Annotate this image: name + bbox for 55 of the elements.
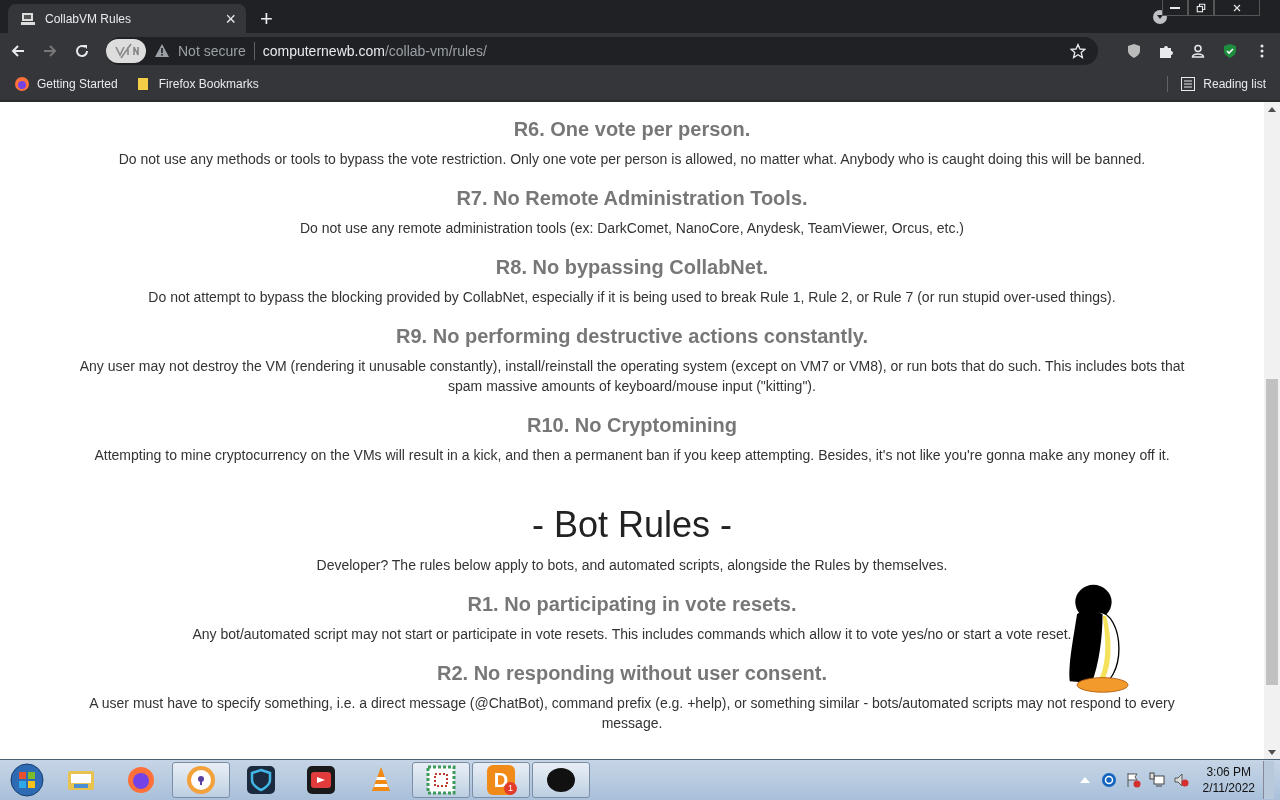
check-shield-icon <box>1222 42 1238 59</box>
list-icon <box>1180 76 1197 92</box>
reading-list-button[interactable]: Reading list <box>1167 76 1266 92</box>
section-intro: Developer? The rules below apply to bots, and automated scripts, alongside the Rules by themselves. <box>315 556 949 575</box>
bookmark[interactable]: Getting Started <box>14 76 118 92</box>
rule-text: Any user may not destroy the VM (rendering it unusable constantly), install/reinstall the operating system (except on VM7 or VM8), or run bots that do such. This includes bots that spam massive amounts of keyboard/mouse input ("kitting"). <box>78 357 1186 396</box>
video-camera-icon <box>305 764 337 796</box>
tab-title: CollabVM Rules <box>45 11 133 26</box>
firefox-icon <box>125 764 157 796</box>
back-icon <box>10 42 26 59</box>
address-bar[interactable]: Not secure computernewb.com/collab-vm/rules/ <box>106 36 1098 65</box>
rule-text: Any bot/automated script may not start or participate in vote resets. This includes commands which allow it to vote yes/no or start a vote reset. <box>191 625 1073 644</box>
section-title: - Bot Rules - <box>530 503 734 547</box>
shield-icon <box>245 764 277 796</box>
new-tab-button[interactable]: + <box>260 8 273 30</box>
rule-heading: R8. No bypassing CollabNet. <box>494 255 770 280</box>
rule-text: Do not use any methods or tools to bypass the vote restriction. Only one vote per person is allowed, no matter what. Anybody who is caught doing this will be banned. <box>117 150 1147 169</box>
flag-icon <box>1124 772 1141 788</box>
forward-icon <box>42 42 58 59</box>
minimize-button[interactable] <box>1162 0 1188 16</box>
rule-heading: R7. No Remote Administration Tools. <box>455 186 809 211</box>
scroll-up-icon[interactable] <box>1268 106 1276 112</box>
url-text: computernewb.com/collab-vm/rules/ <box>262 42 488 59</box>
computer-icon <box>20 10 36 27</box>
vpn-icon <box>106 38 146 63</box>
scroll-down-icon[interactable] <box>1268 750 1276 756</box>
rule-text: A user must have to specify something, i.e. a direct message (@ChatBot), command prefix (e.g. +help), or something similar - bots/automated scripts may not respond to every message. <box>88 694 1176 733</box>
browser-tab[interactable]: CollabVM Rules × <box>8 4 246 33</box>
restore-button[interactable] <box>1188 0 1214 16</box>
warning-icon <box>154 42 170 59</box>
security-label: Not secure <box>178 42 246 59</box>
star-icon <box>1070 42 1086 59</box>
reload-icon <box>74 42 90 59</box>
restore-icon <box>1195 1 1207 14</box>
close-tab-button[interactable]: × <box>225 9 236 28</box>
rule-text: Do not attempt to bypass the blocking provided by CollabNet, especially if it is being used to break Rule 1, Rule 2, or Rule 7 (or run stupid over-used things). <box>147 288 1117 307</box>
rule-heading: R2. No responding without user consent. <box>436 661 828 686</box>
rule-text: Do not use any remote administration tools (ex: DarkComet, NanoCore, Anydesk, TeamViewer, Orcus, etc.) <box>299 219 965 238</box>
rule-heading: R6. One vote per person. <box>512 117 752 142</box>
shield-icon <box>1126 42 1142 59</box>
rule-heading: R9. No performing destructive actions constantly. <box>395 324 869 349</box>
bookmark[interactable]: Firefox Bookmarks <box>135 76 259 92</box>
lock-icon <box>185 764 217 796</box>
taskbar-app[interactable] <box>532 762 590 798</box>
profile-icon <box>1190 42 1206 59</box>
minimize-icon <box>1170 6 1180 9</box>
rule-heading: R10. No Cryptomining <box>526 413 738 438</box>
clock[interactable]: 3:06 PM 2/11/2022 <box>1202 764 1255 796</box>
firefox-icon <box>14 76 30 92</box>
rule-heading: R1. No participating in vote resets. <box>466 592 798 617</box>
network-icon <box>1148 772 1165 788</box>
rule-text: Attempting to mine cryptocurrency on the VMs will result in a kick, and then a permanent ban if you keep attempting. Besides, it's not like you're gonna make any money off it. <box>93 446 1171 465</box>
grid-icon <box>425 764 457 796</box>
speaker-muted-icon <box>1172 772 1189 788</box>
scrollbar[interactable] <box>1264 102 1280 760</box>
